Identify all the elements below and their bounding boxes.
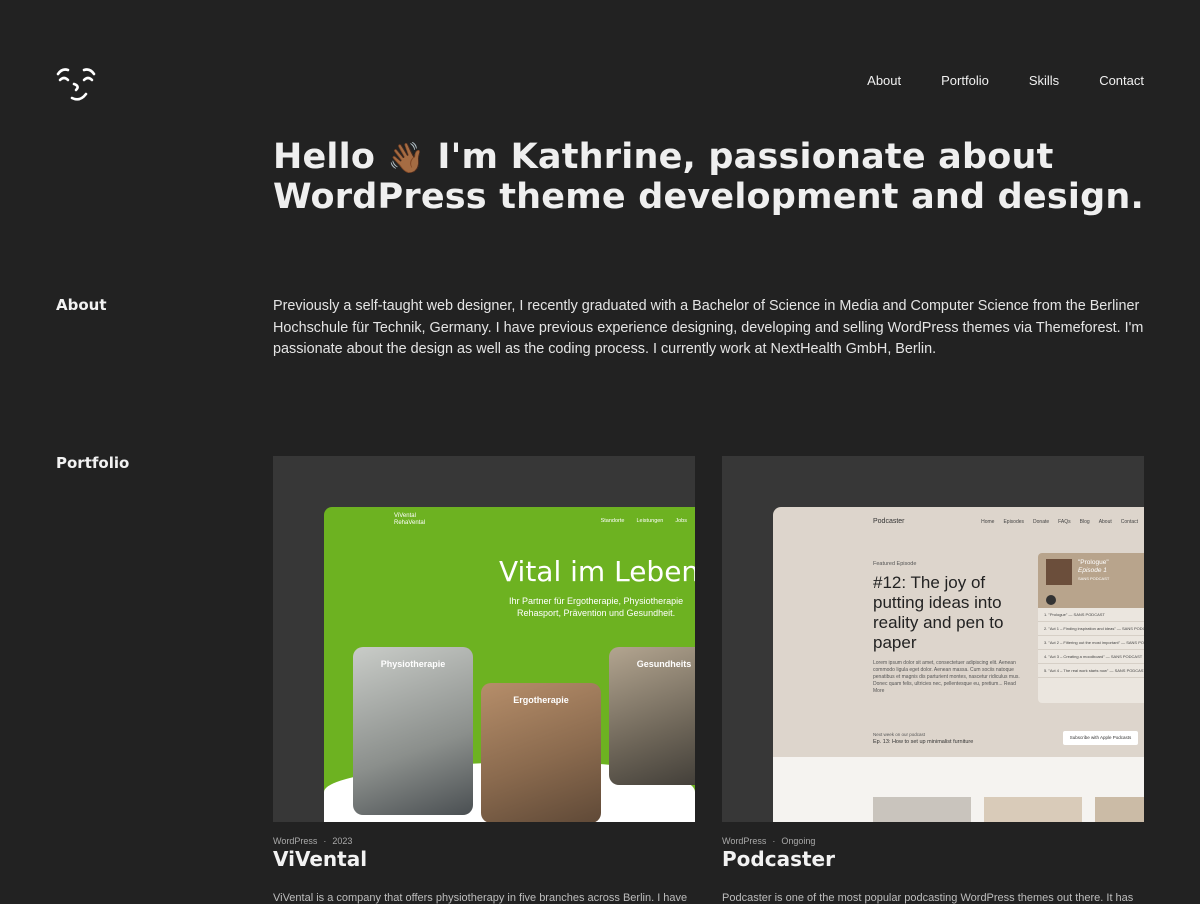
mockup-brand: ViVental RehaVental (394, 513, 425, 527)
mockup-nav: Home Episodes Donate FAQs Blog About Con… (981, 519, 1138, 525)
mockup-nav-item: Jobs (675, 518, 687, 524)
mockup-playlist-item: 2. "Act 1 – Finding inspiration and idea… (1038, 622, 1144, 636)
project-date: 2023 (332, 836, 353, 846)
mockup-nav-item: Leistungen (636, 518, 664, 524)
mockup-next-title: Ep. 13: How to set up minimalist furnitu… (873, 739, 974, 745)
play-icon (1046, 595, 1056, 605)
mockup-subline-text: Rehasport, Prävention und Gesundheit. (516, 608, 676, 618)
meta-separator: · (772, 836, 776, 846)
mockup-subscribe-button: Subscribe with Apple Podcasts (1063, 731, 1138, 745)
mockup-audio-player: "Prologue" Episode 1 SANS PODCAST 1. "Pr… (1038, 553, 1144, 703)
nav-about-link[interactable]: About (867, 73, 901, 88)
mockup-brand: Podcaster (873, 518, 905, 525)
mockup-photo-label: Ergotherapie (513, 695, 569, 705)
mockup-next-label: Next week on our podcast (873, 732, 926, 737)
project-thumbnail[interactable]: Podcaster Home Episodes Donate FAQs Blog… (722, 456, 1144, 822)
mockup-nav-item: Contact (1120, 519, 1138, 525)
mockup-nav-item: Episodes (1003, 519, 1025, 525)
waving-hand-icon: 👋🏾 (387, 141, 426, 176)
project-card-podcaster[interactable]: Podcaster Home Episodes Donate FAQs Blog… (722, 456, 1144, 904)
nav-portfolio-link[interactable]: Portfolio (941, 73, 989, 88)
mockup-nav-item: FAQs (1058, 519, 1071, 525)
meta-separator: · (323, 836, 327, 846)
mockup-player-title: "Prologue" (1078, 559, 1109, 566)
project-thumbnail[interactable]: ViVental RehaVental Standorte Leistungen… (273, 456, 695, 822)
face-logo-icon[interactable] (54, 60, 98, 104)
mockup-nav-item: Blog (1079, 519, 1090, 525)
mockup-nav-item: Standorte (600, 518, 625, 524)
project-description: Podcaster is one of the most popular pod… (722, 892, 1134, 904)
mockup-photo-physiotherapy: Physiotherapie (353, 647, 473, 815)
nav-contact-link[interactable]: Contact (1099, 73, 1144, 88)
project-meta: WordPress · Ongoing (722, 836, 1144, 846)
main-nav: About Portfolio Skills Contact (867, 73, 1144, 88)
project-date: Ongoing (781, 836, 816, 846)
project-card-viventall[interactable]: ViVental RehaVental Standorte Leistungen… (273, 456, 695, 904)
mockup-tile (1095, 797, 1144, 822)
mockup-playlist-item: 1. "Prologue" — SANS PODCAST (1038, 608, 1144, 622)
mockup-brand-line: ViVental (394, 513, 416, 519)
mockup-tile (984, 797, 1082, 822)
mockup-next-episode: Next week on our podcast Ep. 13: How to … (873, 732, 973, 745)
project-title[interactable]: ViVental (273, 847, 695, 871)
mockup-player-episode: "Prologue" Episode 1 SANS PODCAST (1078, 559, 1109, 583)
podcaster-site-mockup: Podcaster Home Episodes Donate FAQs Blog… (773, 507, 1144, 822)
viventall-site-mockup: ViVental RehaVental Standorte Leistungen… (324, 507, 695, 822)
mockup-playlist-item: 5. "Act 4 – The real work starts now" — … (1038, 664, 1144, 678)
mockup-nav-item: About (1098, 519, 1112, 525)
mockup-playlist-item: 4. "Act 3 – Creating a moodboard" — SANS… (1038, 650, 1144, 664)
portfolio-section-label: Portfolio (56, 454, 130, 472)
mockup-photo-label: Physiotherapie (380, 659, 446, 669)
mockup-playlist-item: 3. "Act 2 – Filtering out the most impor… (1038, 636, 1144, 650)
mockup-subline-text: Ihr Partner für Ergotherapie, Physiother… (509, 596, 684, 606)
mockup-tile (873, 797, 971, 822)
about-text: Previously a self-taught web designer, I… (273, 298, 1144, 357)
about-section-label: About (56, 296, 107, 314)
mockup-subline: Ihr Partner für Ergotherapie, Physiother… (509, 595, 683, 619)
hero-headline: Hello 👋🏾 I'm Kathrine, passionate about … (273, 138, 1153, 217)
mockup-featured-title: #12: The joy of putting ideas into reali… (873, 573, 1004, 652)
mockup-lower-section (773, 757, 1144, 822)
project-title[interactable]: Podcaster (722, 847, 1144, 871)
mockup-nav-item: Donate (1033, 519, 1050, 525)
mockup-player-header: "Prologue" Episode 1 SANS PODCAST (1038, 553, 1144, 608)
project-category: WordPress (722, 836, 767, 846)
mockup-photo-ergotherapy: Ergotherapie (481, 683, 601, 822)
mockup-nav: Standorte Leistungen Jobs (601, 518, 687, 524)
project-description: ViVental is a company that offers physio… (273, 892, 688, 904)
mockup-featured-label: Featured Episode (873, 561, 917, 567)
mockup-photo-label: Gesundheits (636, 659, 692, 669)
mockup-cover-image (1046, 559, 1072, 585)
nav-skills-link[interactable]: Skills (1029, 73, 1059, 88)
project-meta: WordPress · 2023 (273, 836, 695, 846)
mockup-headline: Vital im Leben (499, 555, 695, 588)
mockup-player-show: SANS PODCAST (1078, 576, 1110, 581)
mockup-player-episode-number: Episode 1 (1078, 567, 1107, 574)
mockup-featured-body: Lorem ipsum dolor sit amet, consectetuer… (873, 660, 1020, 694)
mockup-nav-item: Home (981, 519, 995, 525)
project-category: WordPress (273, 836, 318, 846)
mockup-brand-line: RehaVental (394, 520, 426, 526)
hero-greeting: Hello (273, 137, 376, 177)
mockup-photo-health: Gesundheits (609, 647, 695, 785)
